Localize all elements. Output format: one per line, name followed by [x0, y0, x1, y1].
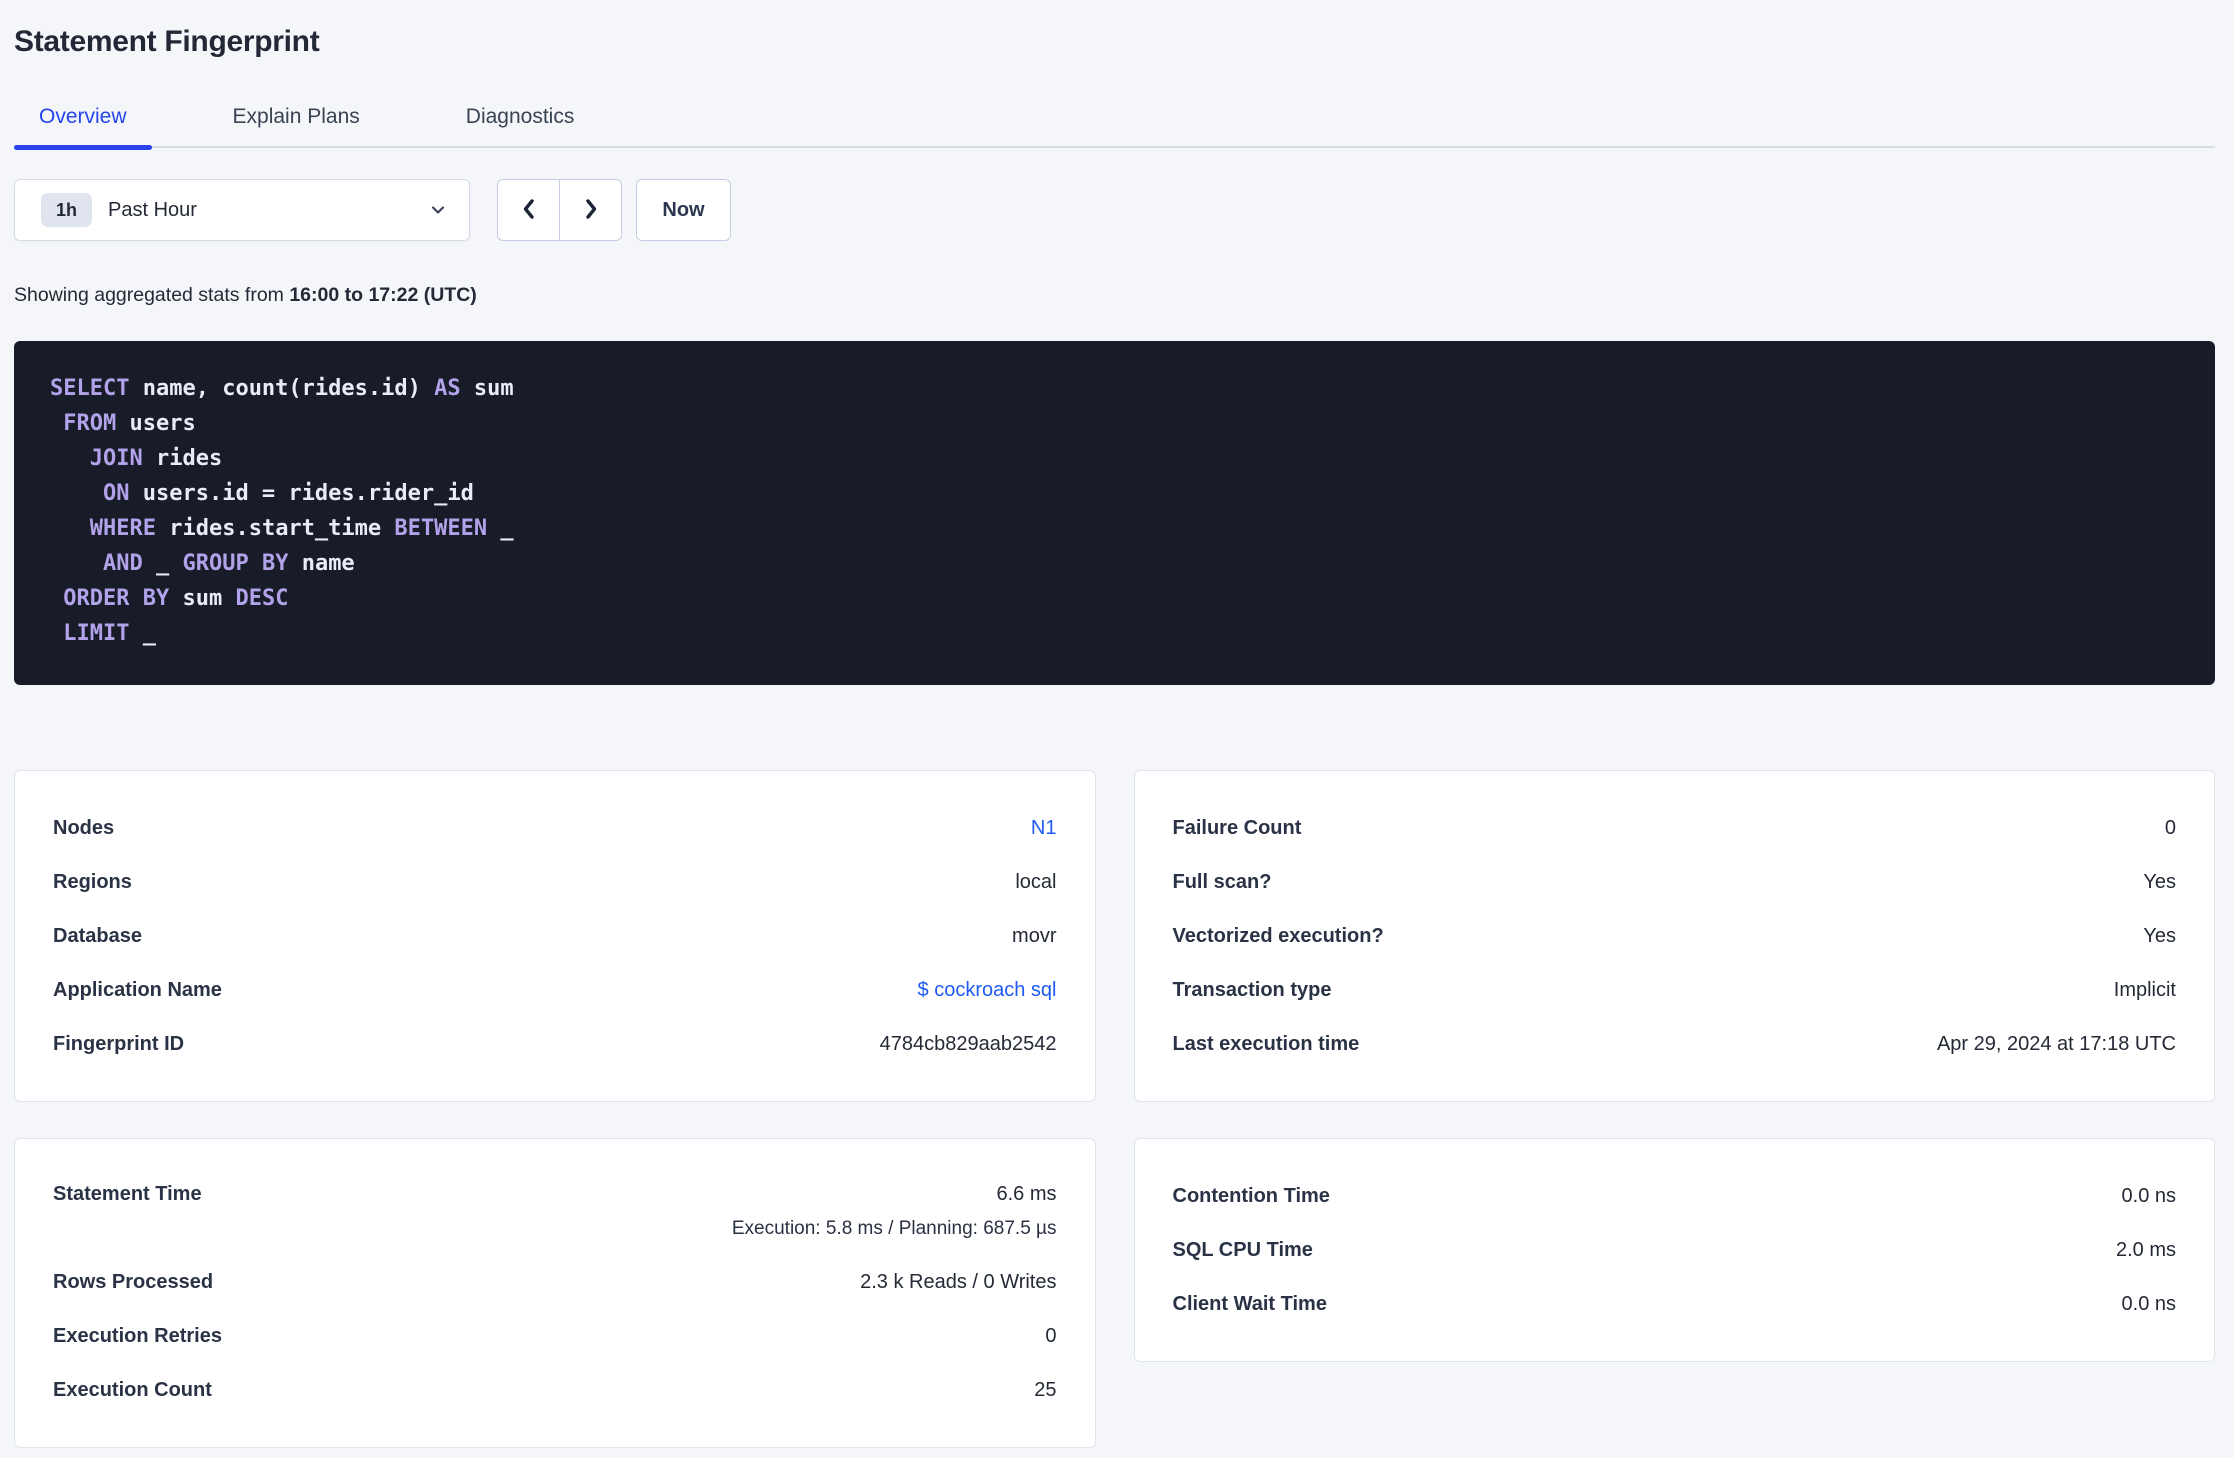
chevron-down-icon	[427, 199, 449, 221]
statement-details-card: Nodes N1 Regions local Database movr App…	[14, 770, 1096, 1102]
tab-bar: Overview Explain Plans Diagnostics	[14, 105, 2215, 150]
detail-row-sql-cpu-time: SQL CPU Time 2.0 ms	[1172, 1238, 2177, 1261]
detail-row-full-scan: Full scan? Yes	[1172, 870, 2177, 893]
wait-times-card: Contention Time 0.0 ns SQL CPU Time 2.0 …	[1133, 1138, 2215, 1362]
page-title: Statement Fingerprint	[14, 25, 320, 58]
stats-line-prefix: Showing aggregated stats from	[14, 284, 290, 306]
summary-cards-row-1: Nodes N1 Regions local Database movr App…	[14, 770, 2215, 1102]
time-interval-dropdown[interactable]: 1h Past Hour	[14, 179, 470, 241]
detail-row-transaction-type: Transaction type Implicit	[1172, 978, 2177, 1001]
summary-cards-row-2: Statement Time 6.6 ms Execution: 5.8 ms …	[14, 1138, 2215, 1448]
detail-row-statement-time: Statement Time 6.6 ms Execution: 5.8 ms …	[53, 1183, 1057, 1239]
tab-explain-plans[interactable]: Explain Plans	[208, 105, 385, 146]
detail-row-execution-count: Execution Count 25	[53, 1378, 1057, 1401]
now-button[interactable]: Now	[636, 179, 731, 241]
detail-row-regions: Regions local	[53, 870, 1057, 893]
time-controls: 1h Past Hour Now	[14, 179, 2215, 241]
detail-row-fingerprint-id: Fingerprint ID 4784cb829aab2542	[53, 1032, 1057, 1055]
selected-range-label: Past Hour	[108, 198, 197, 221]
nodes-link[interactable]: N1	[1031, 817, 1057, 840]
statement-time-breakdown: Execution: 5.8 ms / Planning: 687.5 µs	[731, 1218, 1057, 1239]
detail-row-application-name: Application Name $ cockroach sql	[53, 978, 1057, 1002]
prev-range-button[interactable]	[497, 179, 560, 241]
detail-row-last-execution-time: Last execution time Apr 29, 2024 at 17:1…	[1172, 1032, 2177, 1055]
detail-row-database: Database movr	[53, 924, 1057, 947]
detail-row-failure-count: Failure Count 0	[1172, 816, 2177, 839]
chevron-left-icon	[516, 196, 542, 225]
stats-time-range: 16:00 to 17:22 (UTC)	[289, 284, 477, 306]
next-range-button[interactable]	[559, 179, 622, 241]
detail-row-nodes: Nodes N1	[53, 816, 1057, 840]
detail-row-rows-processed: Rows Processed 2.3 k Reads / 0 Writes	[53, 1270, 1057, 1293]
interval-badge: 1h	[41, 193, 93, 227]
aggregated-stats-line: Showing aggregated stats from 16:00 to 1…	[14, 284, 2215, 307]
chevron-right-icon	[578, 196, 604, 225]
tab-diagnostics[interactable]: Diagnostics	[441, 105, 600, 146]
application-name-link[interactable]: $ cockroach sql	[918, 979, 1057, 1002]
range-step-buttons	[497, 179, 622, 241]
statement-fingerprint-page: Statement Fingerprint Overview Explain P…	[0, 0, 2234, 1448]
tab-overview[interactable]: Overview	[14, 105, 152, 150]
execution-attributes-card: Failure Count 0 Full scan? Yes Vectorize…	[1133, 770, 2215, 1102]
sql-statement-fingerprint: SELECT name, count(rides.id) AS sum FROM…	[14, 341, 2215, 685]
detail-row-client-wait-time: Client Wait Time 0.0 ns	[1172, 1292, 2177, 1315]
detail-row-execution-retries: Execution Retries 0	[53, 1324, 1057, 1347]
detail-row-vectorized-execution: Vectorized execution? Yes	[1172, 924, 2177, 947]
statement-times-card: Statement Time 6.6 ms Execution: 5.8 ms …	[14, 1138, 1096, 1448]
detail-row-contention-time: Contention Time 0.0 ns	[1172, 1184, 2177, 1207]
